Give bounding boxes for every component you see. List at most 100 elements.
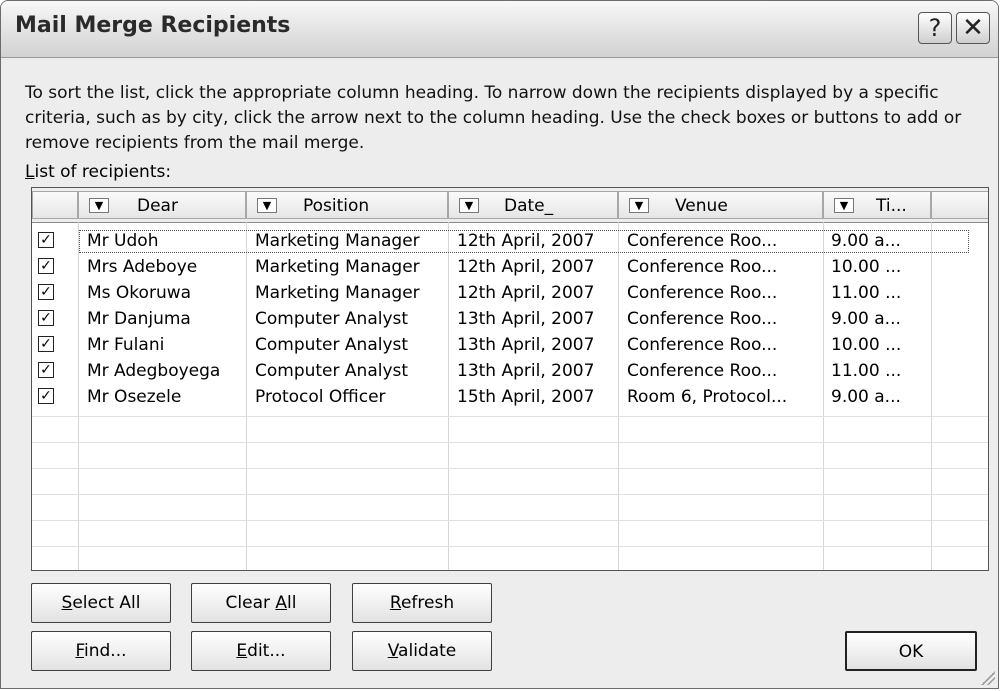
recipient-checkbox[interactable]: ✓	[38, 284, 54, 300]
cell-position: Computer Analyst	[255, 361, 409, 381]
cell-date: 12th April, 2007	[457, 257, 595, 277]
dropdown-arrow-icon[interactable]: ▼	[629, 198, 649, 213]
table-row[interactable]: ✓ Mr Danjuma Computer Analyst 13th April…	[32, 306, 988, 332]
cell-venue: Conference Roo...	[627, 361, 778, 381]
button-accelerator: E	[236, 641, 248, 661]
edit-button[interactable]: Edit...	[191, 631, 331, 671]
label-text: ist of recipients:	[34, 162, 172, 182]
row-gridline	[32, 520, 988, 521]
cell-time: 11.00 ...	[831, 361, 902, 381]
column-header-time[interactable]: ▼ Ti...	[823, 191, 931, 219]
cell-venue: Conference Roo...	[627, 257, 778, 277]
button-label: dit...	[247, 641, 286, 661]
column-header-date[interactable]: ▼ Date_	[448, 191, 618, 219]
column-header-dear[interactable]: ▼ Dear	[78, 191, 246, 219]
dialog-title: Mail Merge Recipients	[15, 13, 291, 38]
table-row[interactable]: ✓ Mr Fulani Computer Analyst 13th April,…	[32, 332, 988, 358]
list-of-recipients-label: List of recipients:	[25, 162, 171, 182]
cell-venue: Conference Roo...	[627, 283, 778, 303]
cell-date: 13th April, 2007	[457, 309, 595, 329]
recipient-checkbox[interactable]: ✓	[38, 310, 54, 326]
recipient-checkbox[interactable]: ✓	[38, 336, 54, 352]
table-row[interactable]: ✓ Mr Adegboyega Computer Analyst 13th Ap…	[32, 358, 988, 384]
button-accelerator: A	[275, 593, 288, 613]
cell-time: 11.00 ...	[831, 283, 902, 303]
cell-time: 10.00 ...	[831, 257, 902, 277]
button-accelerator: F	[75, 641, 85, 661]
column-header-venue[interactable]: ▼ Venue	[618, 191, 823, 219]
close-button[interactable]: ✕	[956, 12, 990, 44]
column-header-check[interactable]	[32, 191, 78, 219]
clear-all-button[interactable]: Clear All	[191, 583, 331, 623]
button-label: ll	[287, 593, 297, 613]
column-header-label: Dear	[137, 196, 178, 216]
cell-date: 12th April, 2007	[457, 283, 595, 303]
title-bar[interactable]: Mail Merge Recipients ? ✕	[1, 1, 998, 58]
cell-dear: Mr Fulani	[87, 335, 165, 355]
cell-time: 9.00 a...	[831, 387, 901, 407]
refresh-button[interactable]: Refresh	[352, 583, 492, 623]
question-mark-icon: ?	[928, 14, 942, 42]
recipients-list[interactable]: ▼ Dear ▼ Position ▼ Date_ ▼ Venue ▼ Ti..…	[31, 187, 989, 571]
button-accelerator: S	[61, 593, 73, 613]
column-header-row: ▼ Dear ▼ Position ▼ Date_ ▼ Venue ▼ Ti..…	[32, 188, 988, 223]
select-all-button[interactable]: Select All	[31, 583, 171, 623]
table-row[interactable]: ✓ Mrs Adeboye Marketing Manager 12th Apr…	[32, 254, 988, 280]
row-gridline	[32, 442, 988, 443]
column-header-label: Ti...	[876, 196, 907, 216]
column-header-label: Date_	[504, 196, 554, 216]
row-gridline	[32, 416, 988, 417]
cell-dear: Mr Osezele	[87, 387, 182, 407]
column-header-filler	[931, 191, 988, 219]
table-row[interactable]: ✓ Mr Udoh Marketing Manager 12th April, …	[32, 228, 988, 254]
recipient-checkbox[interactable]: ✓	[38, 258, 54, 274]
dropdown-arrow-icon[interactable]: ▼	[459, 198, 479, 213]
button-accelerator: R	[389, 593, 401, 613]
button-label: Clear	[225, 593, 276, 613]
find-button[interactable]: Find...	[31, 631, 171, 671]
cell-venue: Conference Roo...	[627, 231, 778, 251]
cell-time: 10.00 ...	[831, 335, 902, 355]
cell-dear: Mr Adegboyega	[87, 361, 221, 381]
resize-grip-icon[interactable]	[981, 671, 995, 685]
cell-dear: Ms Okoruwa	[87, 283, 192, 303]
recipient-checkbox[interactable]: ✓	[38, 388, 54, 404]
column-header-position[interactable]: ▼ Position	[246, 191, 448, 219]
cell-position: Marketing Manager	[255, 231, 420, 251]
button-accelerator: V	[387, 641, 399, 661]
button-label: alidate	[398, 641, 457, 661]
table-row[interactable]: ✓ Ms Okoruwa Marketing Manager 12th Apri…	[32, 280, 988, 306]
cell-dear: Mr Udoh	[87, 231, 159, 251]
cell-date: 13th April, 2007	[457, 361, 595, 381]
cell-time: 9.00 a...	[831, 231, 901, 251]
dropdown-arrow-icon[interactable]: ▼	[257, 198, 277, 213]
cell-dear: Mr Danjuma	[87, 309, 191, 329]
row-gridline	[32, 468, 988, 469]
cell-venue: Conference Roo...	[627, 309, 778, 329]
dropdown-arrow-icon[interactable]: ▼	[834, 198, 854, 213]
table-row[interactable]: ✓ Mr Osezele Protocol Officer 15th April…	[32, 384, 988, 410]
close-icon: ✕	[962, 13, 984, 43]
dropdown-arrow-icon[interactable]: ▼	[89, 198, 109, 213]
recipient-checkbox[interactable]: ✓	[38, 362, 54, 378]
row-gridline	[32, 546, 988, 547]
cell-position: Marketing Manager	[255, 257, 420, 277]
recipient-checkbox[interactable]: ✓	[38, 232, 54, 248]
ok-button[interactable]: OK	[845, 631, 977, 671]
help-button[interactable]: ?	[918, 12, 952, 44]
cell-venue: Conference Roo...	[627, 335, 778, 355]
button-label: efresh	[400, 593, 455, 613]
cell-date: 13th April, 2007	[457, 335, 595, 355]
button-label: ind...	[84, 641, 127, 661]
cell-date: 15th April, 2007	[457, 387, 595, 407]
validate-button[interactable]: Validate	[352, 631, 492, 671]
cell-time: 9.00 a...	[831, 309, 901, 329]
mail-merge-recipients-dialog: Mail Merge Recipients ? ✕ To sort the li…	[0, 0, 999, 689]
column-header-label: Venue	[675, 196, 728, 216]
cell-date: 12th April, 2007	[457, 231, 595, 251]
cell-dear: Mrs Adeboye	[87, 257, 198, 277]
cell-position: Protocol Officer	[255, 387, 386, 407]
cell-position: Computer Analyst	[255, 335, 409, 355]
button-label: elect All	[72, 593, 141, 613]
instructions-text: To sort the list, click the appropriate …	[25, 83, 962, 153]
